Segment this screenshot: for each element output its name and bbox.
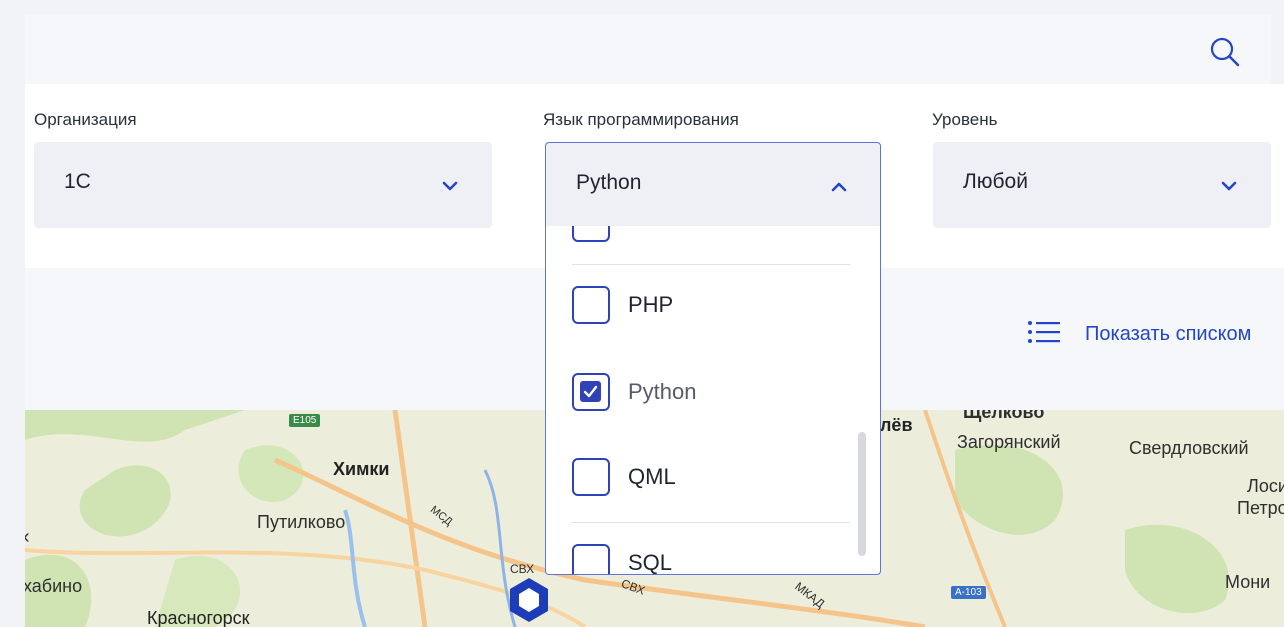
road-label: E105 — [289, 414, 321, 427]
road-label: A-103 — [951, 586, 986, 599]
divider — [572, 522, 850, 523]
option-label: PHP — [628, 292, 674, 317]
map-marker-icon[interactable] — [506, 576, 552, 627]
option-label: Python — [628, 379, 697, 404]
level-value: Любой — [963, 170, 1028, 193]
map-label: хабино — [25, 576, 83, 596]
language-dropdown: PHP Python QML SQL — [545, 226, 881, 575]
dropdown-option-partial[interactable] — [572, 226, 610, 242]
map-label: Путилково — [257, 512, 346, 532]
show-list-label: Показать списком — [1085, 323, 1252, 345]
checkbox[interactable] — [572, 458, 610, 496]
map-label: СВХ — [510, 562, 535, 576]
dropdown-option-sql[interactable]: SQL — [572, 544, 673, 575]
checkbox[interactable] — [572, 544, 610, 574]
dropdown-option-qml[interactable]: QML — [572, 458, 676, 496]
map-label: лёв — [880, 415, 913, 435]
map-label: ‹ — [25, 526, 30, 549]
checkbox[interactable] — [572, 286, 610, 324]
search-bar[interactable] — [25, 14, 1271, 84]
dropdown-option-python[interactable]: Python — [572, 373, 697, 411]
checkbox[interactable] — [572, 226, 610, 242]
organization-select[interactable]: 1С — [34, 142, 492, 228]
map-label: Петров — [1237, 498, 1284, 518]
option-label: SQL — [628, 550, 673, 575]
chevron-down-icon — [439, 175, 461, 197]
organization-label: Организация — [34, 110, 137, 129]
level-label: Уровень — [932, 110, 998, 129]
map-label: Щелково — [963, 410, 1045, 422]
list-icon — [1027, 320, 1061, 349]
page: Организация 1С Язык программирования Pyt… — [0, 0, 1284, 627]
dropdown-option-php[interactable]: PHP — [572, 286, 673, 324]
language-label: Язык программирования — [543, 110, 739, 129]
map-label: Красногорск — [147, 608, 250, 627]
map-label: Мони — [1225, 572, 1271, 592]
checkmark-icon — [583, 385, 598, 398]
chevron-down-icon — [1218, 175, 1240, 197]
option-label: QML — [628, 464, 676, 489]
language-value: Python — [576, 171, 642, 194]
map-label: Загорянский — [957, 432, 1061, 452]
chevron-up-icon — [828, 176, 850, 198]
dropdown-scrollbar[interactable] — [858, 432, 866, 556]
map-label: Свердловский — [1129, 438, 1249, 458]
level-select[interactable]: Любой — [933, 142, 1271, 228]
divider — [572, 264, 850, 265]
language-select[interactable]: Python — [545, 142, 881, 228]
show-list-button[interactable]: Показать списком — [1027, 320, 1251, 349]
search-icon[interactable] — [1207, 34, 1243, 70]
map-label: Лоси — [1247, 476, 1284, 496]
map-label: Химки — [333, 459, 390, 479]
organization-value: 1С — [64, 170, 91, 193]
checkbox-checked[interactable] — [572, 373, 610, 411]
